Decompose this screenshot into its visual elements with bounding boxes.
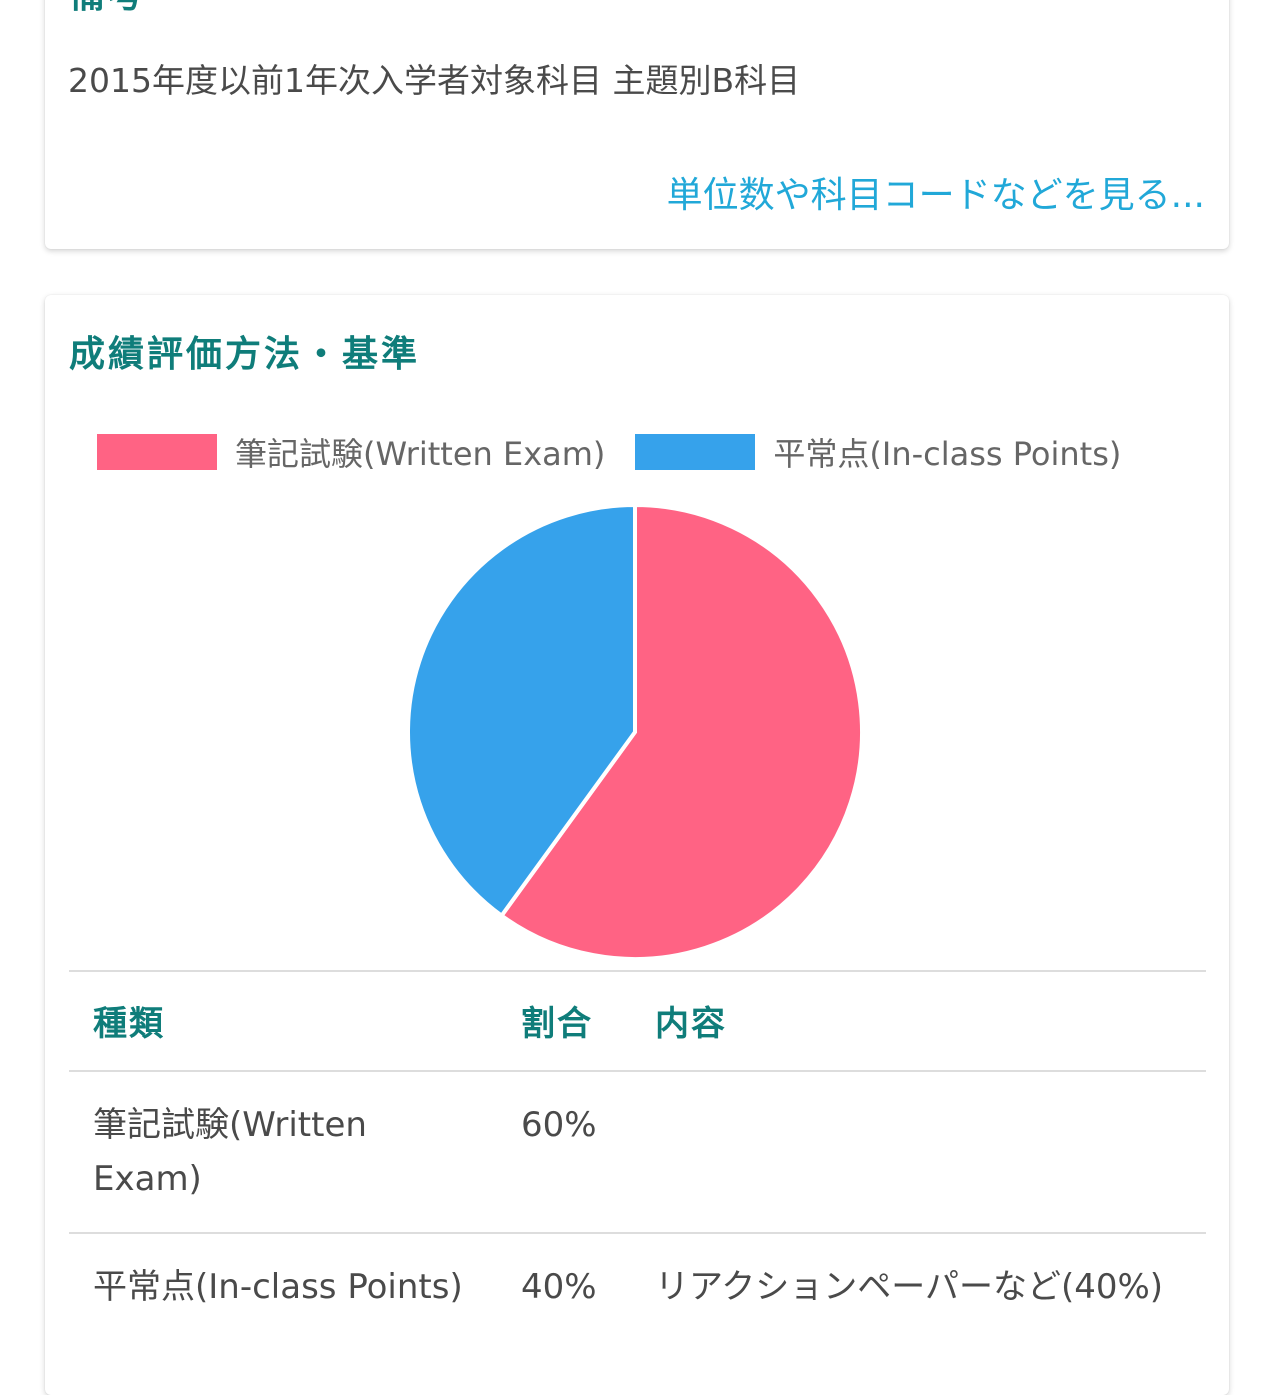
evaluation-card: 成績評価方法・基準 筆記試験(Written Exam) 平常点(In-clas…: [45, 295, 1229, 1395]
notes-title: 備考: [69, 0, 147, 18]
table-header-row: 種類 割合 内容: [69, 970, 1206, 1071]
table-row: 筆記試験(Written Exam) 60%: [69, 1070, 1206, 1233]
legend-item-written-exam[interactable]: 筆記試験(Written Exam): [97, 429, 605, 475]
cell-content: リアクションペーパーなど(40%): [631, 1232, 1206, 1340]
legend-item-in-class-points[interactable]: 平常点(In-class Points): [635, 429, 1121, 475]
notes-card: 備考 2015年度以前1年次入学者対象科目 主題別B科目 単位数や科目コードなど…: [45, 0, 1229, 249]
cell-type: 平常点(In-class Points): [69, 1232, 497, 1340]
cell-ratio: 40%: [497, 1232, 631, 1340]
pie-chart: [406, 502, 864, 961]
legend-swatch-in-class-points: [635, 434, 756, 470]
cell-ratio: 60%: [497, 1070, 631, 1233]
header-type: 種類: [69, 970, 497, 1071]
evaluation-title: 成績評価方法・基準: [69, 334, 421, 375]
legend-label-in-class-points: 平常点(In-class Points): [773, 435, 1122, 473]
header-content: 内容: [631, 970, 1206, 1071]
evaluation-table: 種類 割合 内容 筆記試験(Written Exam) 60% 平常点(In-c…: [69, 970, 1206, 1340]
notes-text: 2015年度以前1年次入学者対象科目 主題別B科目: [68, 61, 801, 100]
legend-swatch-written-exam: [97, 434, 217, 470]
table-row: 平常点(In-class Points) 40% リアクションペーパーなど(40…: [69, 1232, 1206, 1340]
cell-content: [631, 1070, 1206, 1233]
header-ratio: 割合: [497, 970, 631, 1071]
chart-legend: 筆記試験(Written Exam) 平常点(In-class Points): [97, 433, 1151, 473]
more-details-link[interactable]: 単位数や科目コードなどを見る...: [667, 166, 1205, 218]
cell-type: 筆記試験(Written Exam): [69, 1070, 497, 1233]
legend-label-written-exam: 筆記試験(Written Exam): [235, 435, 606, 473]
